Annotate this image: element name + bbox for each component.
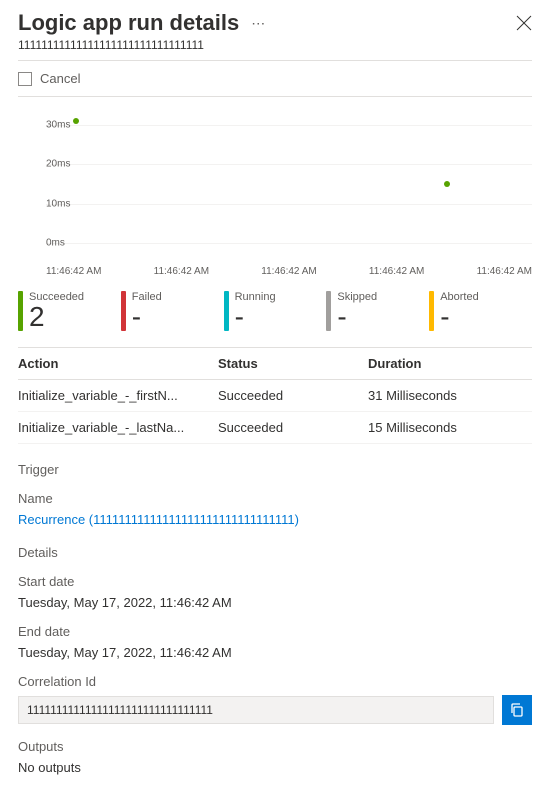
cell-duration: 15 Milliseconds xyxy=(368,420,532,435)
cancel-button[interactable]: Cancel xyxy=(40,71,80,86)
duration-chart: 0ms10ms20ms30ms11:46:42 AM11:46:42 AM11:… xyxy=(18,103,532,273)
chart-data-point xyxy=(73,118,79,124)
status-value: - xyxy=(132,303,162,331)
chart-gridline xyxy=(46,164,532,165)
status-value: - xyxy=(440,303,479,331)
start-date-label: Start date xyxy=(18,574,532,589)
cell-action: Initialize_variable_-_lastNa... xyxy=(18,420,218,435)
table-row[interactable]: Initialize_variable_-_firstN...Succeeded… xyxy=(18,380,532,412)
cell-status: Succeeded xyxy=(218,420,368,435)
status-value: 2 xyxy=(29,303,84,331)
table-header-row: Action Status Duration xyxy=(18,347,532,380)
correlation-id-value[interactable]: 11111111111111111111111111111111 xyxy=(18,696,494,724)
status-color-bar xyxy=(224,291,229,331)
chart-y-tick: 10ms xyxy=(46,198,70,209)
chart-gridline xyxy=(46,204,532,205)
chart-x-axis: 11:46:42 AM 11:46:42 AM 11:46:42 AM 11:46:4… xyxy=(46,266,532,277)
correlation-id-label: Correlation Id xyxy=(18,674,532,689)
copy-icon xyxy=(509,702,525,718)
chart-x-tick: 11:46:42 AM xyxy=(261,266,316,277)
chart-x-tick: 11:46:42 AM xyxy=(46,266,101,277)
more-icon[interactable]: ⋯ xyxy=(245,15,266,32)
chart-y-tick: 30ms xyxy=(46,119,70,130)
start-date-value: Tuesday, May 17, 2022, 11:46:42 AM xyxy=(18,595,532,610)
outputs-label: Outputs xyxy=(18,739,532,754)
status-color-bar xyxy=(326,291,331,331)
cell-duration: 31 Milliseconds xyxy=(368,388,532,403)
status-value: - xyxy=(337,303,377,331)
status-color-bar xyxy=(18,291,23,331)
chart-y-tick: 20ms xyxy=(46,159,70,170)
end-date-value: Tuesday, May 17, 2022, 11:46:42 AM xyxy=(18,645,532,660)
col-action: Action xyxy=(18,356,218,371)
copy-button[interactable] xyxy=(502,695,532,725)
status-tile: Failed- xyxy=(121,291,224,331)
chart-gridline xyxy=(46,243,532,244)
chart-x-tick: 11:46:42 AM xyxy=(154,266,209,277)
trigger-name-label: Name xyxy=(18,491,532,506)
chart-data-point xyxy=(444,181,450,187)
close-icon[interactable] xyxy=(516,15,532,31)
actions-table: Action Status Duration Initialize_variab… xyxy=(18,347,532,444)
cell-status: Succeeded xyxy=(218,388,368,403)
pane-title: Logic app run details xyxy=(18,10,239,36)
status-tile: Succeeded2 xyxy=(18,291,121,331)
status-tile: Aborted- xyxy=(429,291,532,331)
trigger-section-label: Trigger xyxy=(18,462,532,477)
cancel-checkbox[interactable] xyxy=(18,72,32,86)
chart-x-tick: 11:46:42 AM xyxy=(477,266,532,277)
trigger-name-link[interactable]: Recurrence (1111111111111111111111111111… xyxy=(18,512,532,527)
status-tile: Skipped- xyxy=(326,291,429,331)
col-status: Status xyxy=(218,356,368,371)
status-tiles: Succeeded2Failed-Running-Skipped-Aborted… xyxy=(18,291,532,339)
status-tile: Running- xyxy=(224,291,327,331)
end-date-label: End date xyxy=(18,624,532,639)
status-color-bar xyxy=(121,291,126,331)
table-row[interactable]: Initialize_variable_-_lastNa...Succeeded… xyxy=(18,412,532,444)
col-duration: Duration xyxy=(368,356,532,371)
cell-action: Initialize_variable_-_firstN... xyxy=(18,388,218,403)
command-bar: Cancel xyxy=(18,65,532,92)
run-id-text: 11111111111111111111111111111111 xyxy=(18,38,532,52)
status-color-bar xyxy=(429,291,434,331)
chart-gridline xyxy=(46,125,532,126)
outputs-value: No outputs xyxy=(18,760,532,775)
chart-x-tick: 11:46:42 AM xyxy=(369,266,424,277)
details-section-label: Details xyxy=(18,545,532,560)
status-value: - xyxy=(235,303,276,331)
chart-y-tick: 0ms xyxy=(46,238,65,249)
